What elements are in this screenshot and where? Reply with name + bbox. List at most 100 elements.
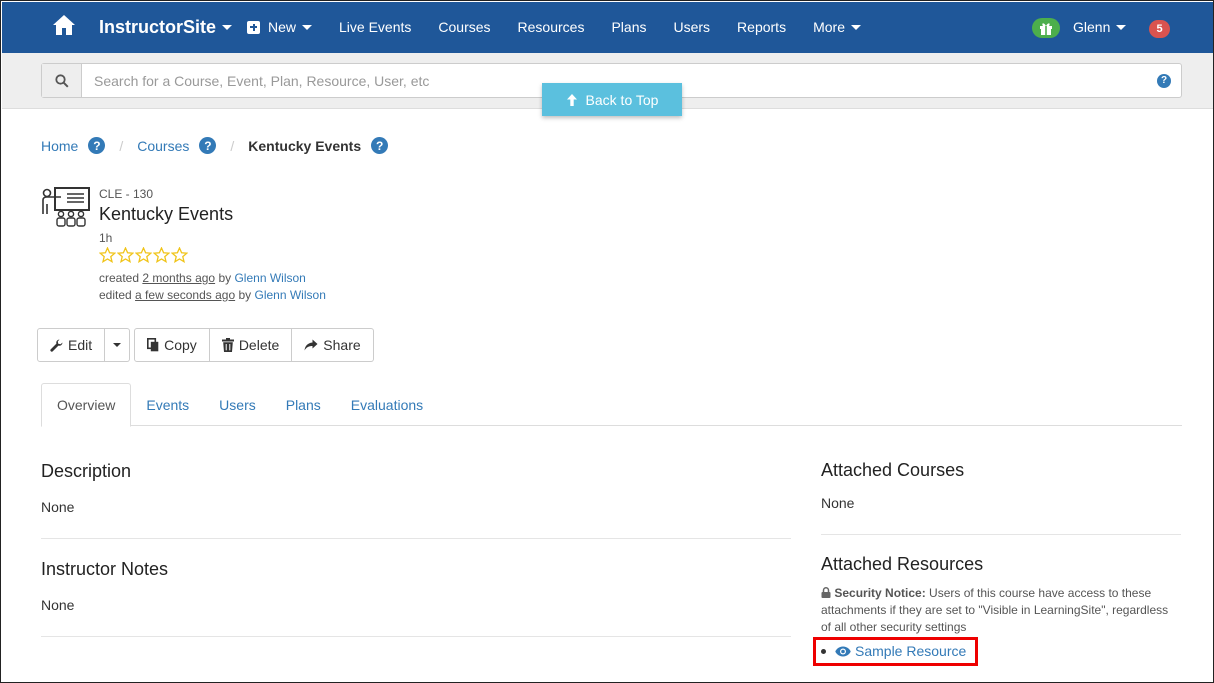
tab-events[interactable]: Events — [131, 383, 204, 426]
nav-item-label: Live Events — [339, 19, 412, 35]
wrench-icon — [50, 338, 63, 352]
breadcrumb-courses[interactable]: Courses — [137, 138, 189, 154]
search-icon — [54, 73, 69, 88]
app-frame: InstructorSite New Live Events Courses R… — [0, 0, 1214, 683]
copy-icon — [147, 338, 159, 352]
nav-item-reports[interactable]: Reports — [737, 19, 786, 35]
attached-courses-body: None — [821, 495, 855, 511]
resource-link[interactable]: Sample Resource — [835, 643, 966, 659]
divider — [41, 636, 791, 637]
overview-main: Description None Instructor Notes None — [41, 461, 791, 637]
resource-name: Sample Resource — [855, 643, 967, 659]
description-body: None — [41, 499, 75, 515]
star-outline-icon[interactable] — [153, 247, 170, 263]
tab-overview[interactable]: Overview — [41, 383, 132, 427]
brand-name: InstructorSite — [99, 17, 217, 37]
list-item: Sample Resource — [821, 643, 966, 659]
share-label: Share — [323, 337, 361, 353]
nav-item-label: New — [268, 19, 297, 35]
nav-item-new[interactable]: New — [247, 19, 313, 35]
divider — [41, 538, 791, 539]
nav-item-live-events[interactable]: Live Events — [339, 19, 411, 35]
tab-evaluations[interactable]: Evaluations — [336, 383, 438, 426]
gift-button[interactable] — [1032, 18, 1060, 38]
copy-button[interactable]: Copy — [134, 328, 210, 362]
course-title: Kentucky Events — [99, 204, 234, 224]
nav-item-plans[interactable]: Plans — [611, 19, 646, 35]
course-code: CLE - 130 — [99, 187, 154, 201]
help-icon[interactable]: ? — [88, 137, 106, 154]
nav-item-label: Reports — [737, 19, 787, 35]
instructor-notes-body: None — [41, 597, 75, 613]
nav-items: New Live Events Courses Resources Plans … — [247, 19, 888, 35]
top-navbar: InstructorSite New Live Events Courses R… — [2, 2, 1213, 53]
star-outline-icon[interactable] — [135, 247, 152, 263]
notification-badge[interactable]: 5 — [1149, 20, 1170, 38]
help-icon[interactable]: ? — [199, 137, 217, 154]
eye-icon — [835, 646, 851, 656]
help-icon[interactable]: ? — [1157, 73, 1171, 88]
created-line: created 2 months ago by Glenn Wilson — [99, 270, 326, 287]
chevron-down-icon — [1116, 24, 1127, 30]
edit-group: Edit — [37, 328, 131, 362]
search-help: ? — [1147, 64, 1181, 97]
attached-resources-title: Attached Resources — [821, 554, 984, 574]
by-label: by — [238, 288, 252, 302]
nav-item-users[interactable]: Users — [673, 19, 710, 35]
nav-item-resources[interactable]: Resources — [518, 19, 585, 35]
course-tabs: Overview Events Users Plans Evaluations — [41, 383, 1182, 427]
trash-icon — [221, 338, 234, 352]
breadcrumb-current: Kentucky Events — [248, 137, 362, 154]
overview-sidebar: Attached Courses None Attached Resources… — [821, 460, 1181, 636]
action-toolbar: Edit Copy Delete Share — [37, 328, 374, 362]
back-to-top-label: Back to Top — [585, 91, 659, 108]
chevron-down-icon — [222, 25, 233, 30]
user-menu[interactable]: Glenn — [1073, 19, 1127, 35]
user-name: Glenn — [1073, 19, 1111, 35]
edited-by-link[interactable]: Glenn Wilson — [255, 288, 326, 302]
divider — [821, 534, 1181, 535]
home-icon[interactable] — [52, 14, 76, 36]
share-button[interactable]: Share — [292, 328, 374, 362]
security-notice-label: Security Notice: — [834, 586, 926, 600]
gift-icon — [1040, 22, 1052, 35]
edit-button[interactable]: Edit — [37, 328, 106, 362]
brand-menu[interactable]: InstructorSite — [99, 17, 233, 38]
edit-dropdown-toggle[interactable] — [105, 328, 131, 362]
instructor-notes-title: Instructor Notes — [41, 559, 169, 579]
course-duration: 1h — [99, 231, 113, 245]
help-icon[interactable]: ? — [371, 137, 389, 154]
nav-item-more[interactable]: More — [813, 19, 861, 35]
arrow-up-icon — [566, 93, 577, 106]
nav-item-label: Users — [673, 19, 711, 35]
nav-item-label: Courses — [438, 19, 491, 35]
rating-stars[interactable] — [99, 247, 326, 263]
edited-prefix: edited — [99, 288, 132, 302]
breadcrumb-home[interactable]: Home — [41, 138, 78, 154]
delete-button[interactable]: Delete — [209, 328, 293, 362]
chevron-down-icon — [850, 24, 861, 30]
created-by-link[interactable]: Glenn Wilson — [234, 271, 305, 285]
breadcrumb-separator: / — [119, 137, 124, 154]
security-notice: Security Notice: Users of this course ha… — [821, 585, 1181, 636]
created-time: 2 months ago — [142, 271, 216, 285]
delete-label: Delete — [238, 337, 280, 353]
tab-users[interactable]: Users — [204, 383, 271, 426]
edited-time: a few seconds ago — [135, 288, 236, 302]
share-icon — [304, 339, 318, 351]
bullet — [821, 648, 826, 654]
lock-icon — [821, 587, 831, 598]
edited-line: edited a few seconds ago by Glenn Wilson — [99, 287, 326, 304]
star-outline-icon[interactable] — [171, 247, 188, 263]
chevron-down-icon — [302, 24, 313, 30]
manage-group: Copy Delete Share — [134, 328, 374, 362]
back-to-top-button[interactable]: Back to Top — [542, 83, 682, 116]
nav-item-courses[interactable]: Courses — [438, 19, 490, 35]
classroom-presentation-icon — [42, 187, 90, 227]
star-outline-icon[interactable] — [99, 247, 116, 263]
star-outline-icon[interactable] — [117, 247, 134, 263]
tab-plans[interactable]: Plans — [271, 383, 336, 426]
chevron-down-icon — [113, 343, 122, 347]
nav-item-label: Plans — [611, 19, 647, 35]
course-meta: CLE - 130 Kentucky Events 1h created 2 m… — [99, 187, 326, 304]
